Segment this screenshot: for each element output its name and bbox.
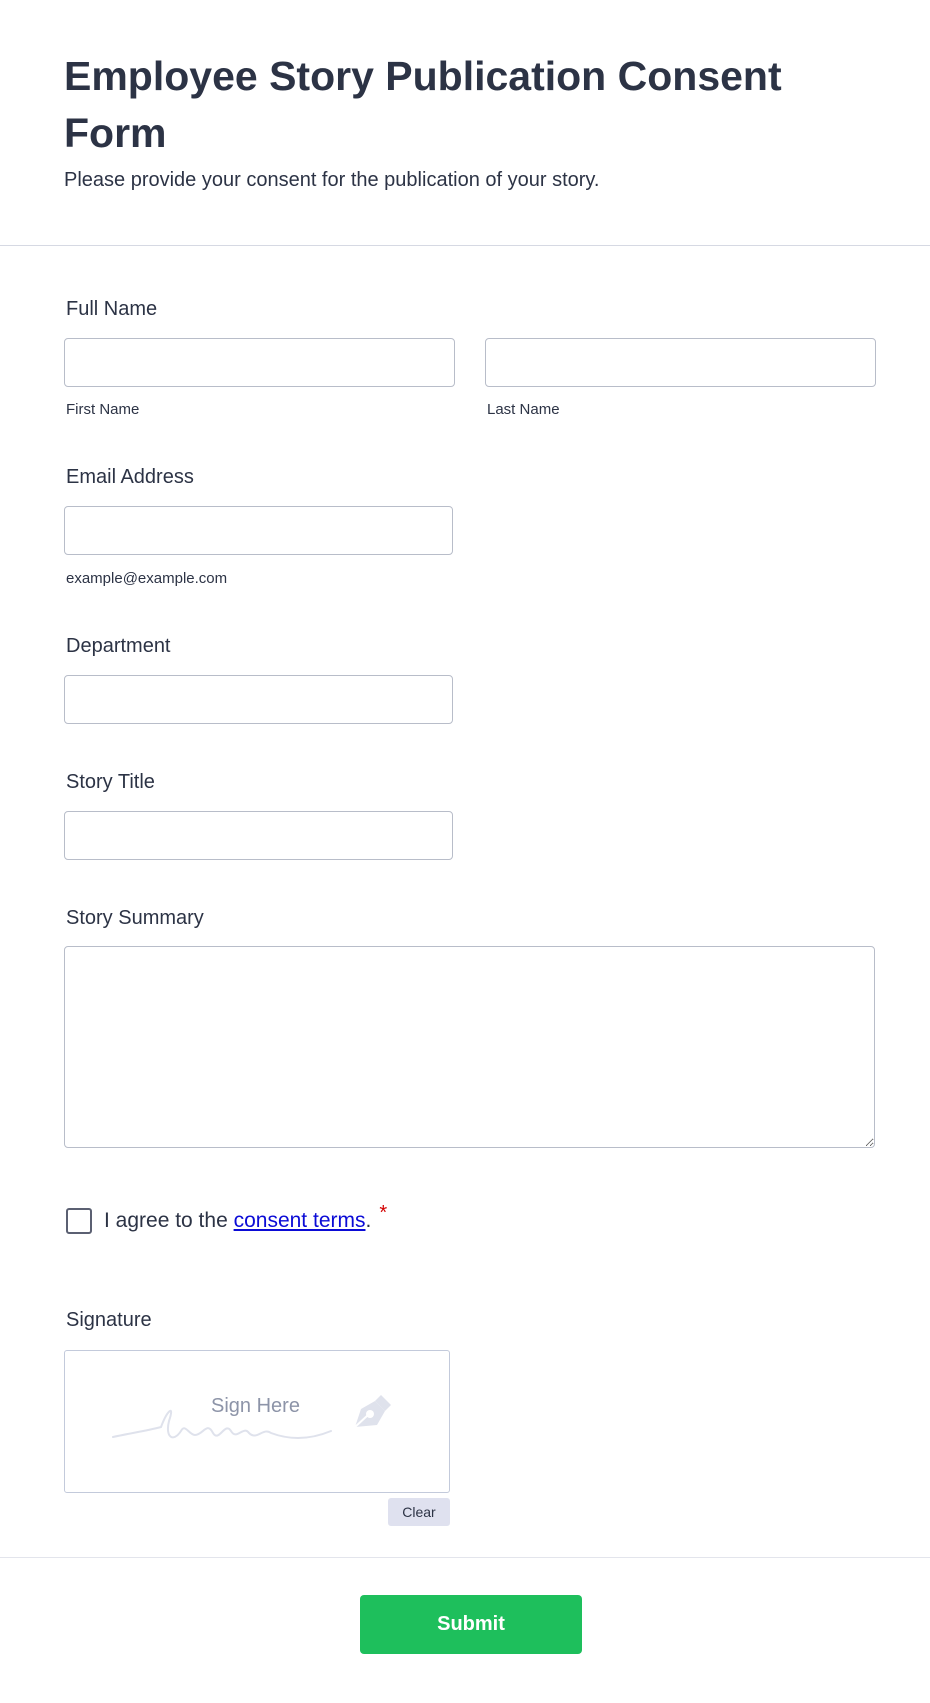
consent-prefix: I agree to the: [104, 1209, 234, 1232]
signature-pad[interactable]: Sign Here: [64, 1350, 450, 1493]
consent-checkbox[interactable]: [66, 1208, 92, 1234]
consent-suffix: .: [365, 1209, 372, 1232]
department-label: Department: [66, 635, 171, 657]
sign-here-placeholder: Sign Here: [211, 1395, 300, 1417]
story-summary-textarea[interactable]: [64, 946, 875, 1148]
email-sublabel: example@example.com: [66, 570, 228, 587]
page-subtitle: Please provide your consent for the publ…: [64, 169, 600, 191]
clear-signature-button[interactable]: Clear: [388, 1498, 450, 1526]
consent-terms-link[interactable]: consent terms: [234, 1209, 366, 1232]
page-title: Employee Story Publication Consent Form: [64, 53, 782, 156]
first-name-input[interactable]: [64, 338, 455, 387]
signature-label: Signature: [66, 1309, 152, 1331]
email-field[interactable]: [64, 506, 453, 555]
department-input[interactable]: [64, 675, 453, 724]
consent-row: I agree to the consent terms. *: [66, 1202, 387, 1235]
consent-text: I agree to the consent terms.: [104, 1208, 371, 1234]
first-name-sublabel: First Name: [66, 401, 140, 418]
required-asterisk: *: [379, 1201, 388, 1224]
full-name-label: Full Name: [66, 298, 158, 320]
last-name-sublabel: Last Name: [487, 401, 560, 418]
email-label: Email Address: [66, 466, 194, 488]
submit-button[interactable]: Submit: [360, 1595, 582, 1654]
last-name-input[interactable]: [485, 338, 876, 387]
story-summary-label: Story Summary: [66, 907, 204, 929]
pen-nib-icon: [354, 1395, 391, 1428]
story-title-label: Story Title: [66, 771, 155, 793]
story-title-input[interactable]: [64, 811, 453, 860]
form-header: Employee Story Publication Consent Form …: [0, 0, 930, 246]
